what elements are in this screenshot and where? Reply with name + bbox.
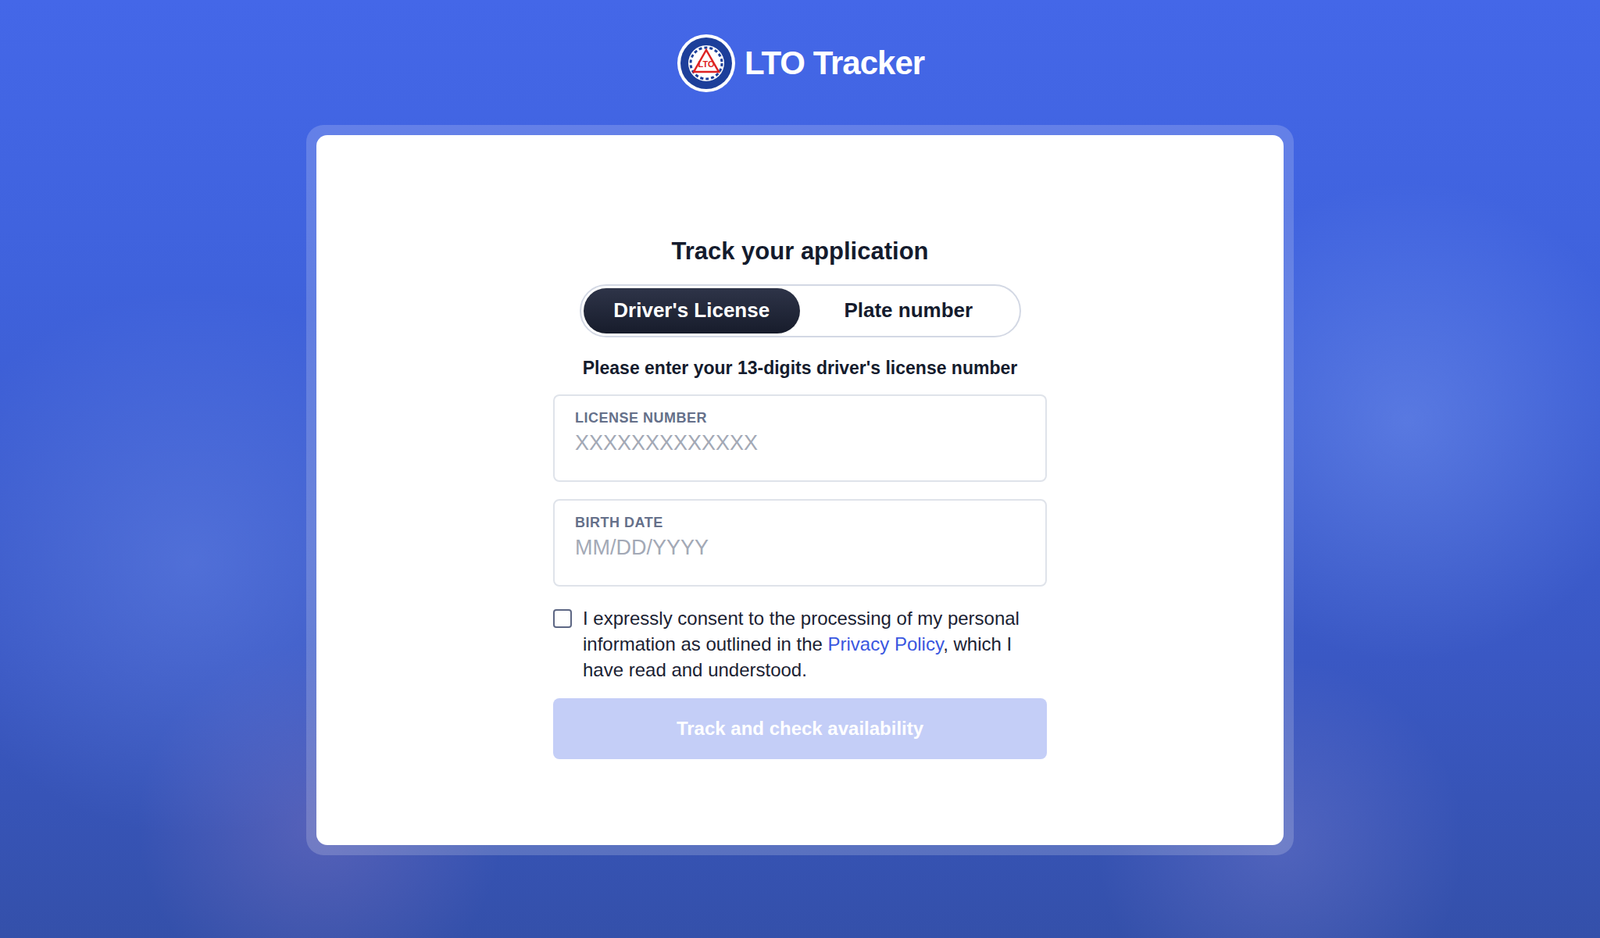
field-label: LICENSE NUMBER — [575, 410, 1025, 427]
tracker-card: Track your applicationDriver's LicensePl… — [316, 135, 1284, 846]
header: LTO LTO Tracker — [675, 31, 925, 96]
title: Track your application — [671, 237, 929, 266]
input-field[interactable]: LICENSE NUMBER — [553, 394, 1047, 483]
input-field[interactable]: BIRTH DATE — [553, 499, 1047, 587]
type-toggle: Driver's LicensePlate number — [579, 284, 1022, 338]
consent-text: I expressly consent to the processing of… — [582, 605, 1047, 683]
privacy-policy-link[interactable]: Privacy Policy — [828, 633, 944, 655]
tab[interactable]: Plate number — [800, 288, 1018, 334]
consent-row: I expressly consent to the processing of… — [553, 605, 1047, 683]
consent-checkbox[interactable] — [553, 609, 572, 629]
card-frame: Track your applicationDriver's LicensePl… — [306, 125, 1294, 856]
track-button[interactable]: Track and check availability — [553, 698, 1047, 760]
field-input[interactable] — [575, 431, 1025, 456]
field-label: BIRTH DATE — [575, 514, 1025, 532]
tab[interactable]: Driver's License — [583, 288, 801, 334]
logo-emblem-text: LTO — [697, 59, 715, 69]
lto-seal-icon: LTO — [675, 32, 737, 94]
logo-text: LTO Tracker — [744, 44, 925, 83]
field-input[interactable] — [575, 535, 1025, 561]
instruction: Please enter your 13-digits driver's lic… — [582, 357, 1018, 379]
